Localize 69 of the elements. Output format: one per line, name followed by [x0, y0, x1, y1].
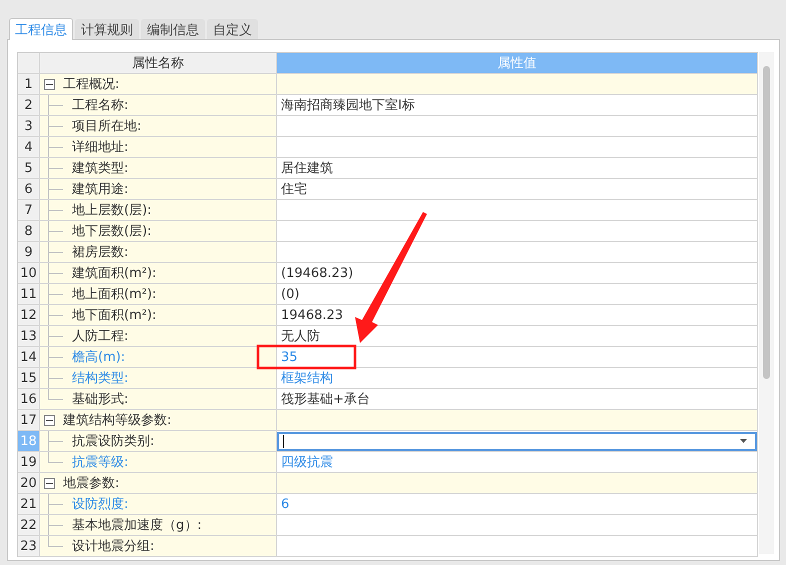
- row-number: 22: [18, 515, 40, 536]
- row-number: 2: [18, 95, 40, 116]
- property-label: 人防工程:: [72, 328, 128, 345]
- tab[interactable]: 编制信息: [141, 19, 205, 39]
- property-label: 裙房层数:: [72, 244, 128, 261]
- property-label: 结构类型:: [72, 370, 128, 387]
- property-name: 建筑结构等级参数:: [40, 410, 277, 431]
- scrollbar[interactable]: [759, 52, 774, 554]
- row-number: 17: [18, 410, 40, 431]
- row-number: 6: [18, 179, 40, 200]
- row-number: 23: [18, 536, 40, 557]
- property-label: 项目所在地:: [72, 118, 142, 135]
- property-label: 抗震等级:: [72, 454, 128, 471]
- row-number: 15: [18, 368, 40, 389]
- collapse-icon[interactable]: [44, 414, 55, 426]
- property-label: 设防烈度:: [72, 496, 128, 513]
- property-value: (0): [277, 284, 758, 305]
- row-number: 21: [18, 494, 40, 515]
- property-label: 基本地震加速度（g）:: [72, 517, 202, 534]
- tab[interactable]: 计算规则: [75, 19, 139, 39]
- property-label: 建筑类型:: [72, 160, 128, 177]
- row-number: 16: [18, 389, 40, 410]
- property-label: 檐高(m):: [72, 349, 126, 366]
- row-number: 3: [18, 116, 40, 137]
- property-value: 住宅: [277, 179, 758, 200]
- property-value: 筏形基础+承台: [277, 389, 758, 410]
- row-number: 8: [18, 221, 40, 242]
- row-number: 20: [18, 473, 40, 494]
- property-label: 地上层数(层):: [72, 202, 152, 219]
- property-label: 设计地震分组:: [72, 538, 154, 555]
- row-number: 10: [18, 263, 40, 284]
- property-value: 海南招商臻园地下室I标: [277, 95, 758, 116]
- property-value: (19468.23): [277, 263, 758, 284]
- property-label: 地上面积(m²):: [72, 286, 156, 303]
- column-header: 属性值: [277, 53, 758, 74]
- property-label: 建筑面积(m²):: [72, 265, 156, 282]
- scrollbar-thumb[interactable]: [763, 66, 770, 379]
- property-label: 地下层数(层):: [72, 223, 152, 240]
- column-header: 属性名称: [40, 53, 277, 74]
- property-value: 居住建筑: [277, 158, 758, 179]
- tab[interactable]: 自定义: [207, 19, 258, 39]
- row-number: 1: [18, 74, 40, 95]
- property-label: 地下面积(m²):: [72, 307, 156, 324]
- property-label: 工程名称:: [72, 97, 128, 114]
- property-name: 地震参数:: [40, 473, 277, 494]
- property-value: 19468.23: [277, 305, 758, 326]
- row-number: 4: [18, 137, 40, 158]
- property-value: 框架结构: [277, 368, 758, 389]
- collapse-icon[interactable]: [44, 478, 55, 488]
- row-number: 9: [18, 242, 40, 263]
- tab[interactable]: 工程信息: [9, 18, 73, 40]
- row-number: 11: [18, 284, 40, 305]
- dropdown-caret-icon[interactable]: [740, 439, 747, 443]
- row-number: 18: [18, 431, 40, 452]
- property-value: 6: [277, 494, 758, 515]
- property-value: 四级抗震: [277, 452, 758, 473]
- row-number: 19: [18, 452, 40, 473]
- row-number: 12: [18, 305, 40, 326]
- property-label: 建筑用途:: [72, 181, 128, 198]
- collapse-icon[interactable]: [44, 78, 55, 90]
- row-number: 14: [18, 347, 40, 368]
- property-label: 抗震设防类别:: [72, 433, 154, 450]
- property-label: 基础形式:: [72, 391, 128, 408]
- row-number: 13: [18, 326, 40, 347]
- text-cursor: [283, 434, 284, 448]
- row-number: 5: [18, 158, 40, 179]
- property-name: 工程概况:: [40, 74, 277, 95]
- row-number: 7: [18, 200, 40, 221]
- property-label: 详细地址:: [72, 139, 128, 156]
